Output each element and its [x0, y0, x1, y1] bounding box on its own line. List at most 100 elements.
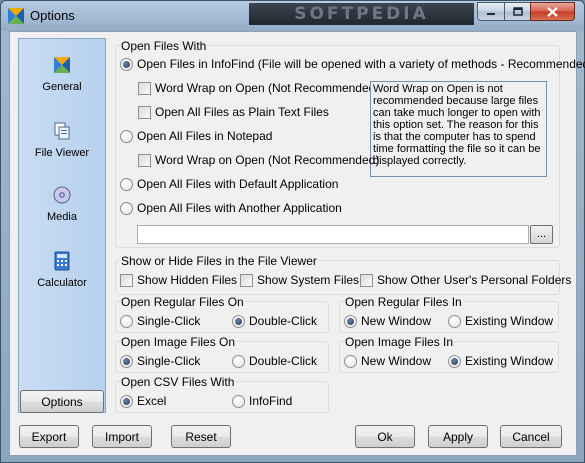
image-single-click-radio[interactable]: Single-Click [120, 354, 200, 368]
radio-dot [120, 314, 133, 328]
nav-item-label: Calculator [37, 277, 87, 289]
radio-label: Existing Window [465, 354, 554, 368]
regular-single-click-radio[interactable]: Single-Click [120, 314, 200, 328]
close-icon [547, 6, 558, 17]
radio-dot [448, 314, 461, 328]
checkbox-label: Word Wrap on Open (Not Recommended) [155, 81, 380, 95]
nav-item-label: General [42, 81, 82, 93]
regular-in-label: Open Regular Files In [344, 295, 463, 309]
nav-item-media[interactable]: Media [19, 185, 105, 223]
nav-item-label: File Viewer [34, 147, 90, 159]
show-hide-label: Show or Hide Files in the File Viewer [120, 254, 318, 268]
minimize-icon [487, 12, 495, 15]
regular-existing-window-radio[interactable]: Existing Window [448, 314, 553, 328]
nav-item-general[interactable]: General [19, 55, 105, 93]
image-double-click-radio[interactable]: Double-Click [232, 354, 317, 368]
open-another-app-radio[interactable]: Open All Files with Another Application [120, 201, 342, 215]
checkbox-box [138, 81, 151, 95]
radio-label: Open All Files in Notepad [137, 129, 273, 143]
regular-new-window-radio[interactable]: New Window [344, 314, 431, 328]
word-wrap-notepad-checkbox[interactable]: Word Wrap on Open (Not Recommended) [138, 153, 379, 167]
caption-buttons [477, 2, 575, 21]
nav-item-label: Media [47, 211, 77, 223]
checkbox-label: Open All Files as Plain Text Files [155, 105, 329, 119]
application-path-input[interactable] [137, 225, 529, 244]
checkbox-label: Show Other User's Personal Folders [377, 273, 572, 287]
regular-double-click-radio[interactable]: Double-Click [232, 314, 317, 328]
apply-button[interactable]: Apply [428, 425, 488, 448]
nav-item-file-viewer[interactable]: File Viewer [19, 121, 105, 159]
radio-label: Open All Files with Another Application [137, 201, 342, 215]
show-system-checkbox[interactable]: Show System Files [240, 273, 359, 287]
reset-button[interactable]: Reset [171, 425, 231, 448]
minimize-button[interactable] [477, 2, 504, 21]
window-title: Options [30, 8, 75, 23]
word-wrap-infofind-checkbox[interactable]: Word Wrap on Open (Not Recommended) [138, 81, 379, 95]
checkbox-box [138, 153, 151, 167]
radio-label: New Window [361, 314, 432, 328]
radio-label: Double-Click [249, 354, 318, 368]
radio-label: Single-Click [137, 314, 201, 328]
csv-excel-radio[interactable]: Excel [120, 394, 166, 408]
checkbox-box [120, 273, 133, 287]
radio-dot [120, 177, 133, 191]
calculator-icon [54, 251, 70, 271]
app-icon [8, 8, 24, 24]
general-icon [54, 57, 70, 73]
radio-dot [120, 201, 133, 215]
radio-dot [120, 57, 133, 71]
radio-label: Excel [137, 394, 167, 408]
close-button[interactable] [530, 2, 575, 21]
image-in-label: Open Image Files In [344, 335, 455, 349]
options-nav-panel: General File Viewer Media Calculator [18, 38, 106, 413]
image-new-window-radio[interactable]: New Window [344, 354, 431, 368]
cancel-button[interactable]: Cancel [500, 425, 562, 448]
radio-dot [344, 354, 357, 368]
checkbox-label: Show Hidden Files [137, 273, 238, 287]
open-notepad-radio[interactable]: Open All Files in Notepad [120, 129, 272, 143]
radio-dot [448, 354, 461, 368]
media-icon [53, 186, 71, 204]
radio-dot [344, 314, 357, 328]
nav-options-button[interactable]: Options [20, 390, 104, 413]
radio-label: Single-Click [137, 354, 201, 368]
radio-dot [120, 394, 133, 408]
regular-on-label: Open Regular Files On [120, 295, 245, 309]
radio-label: InfoFind [249, 394, 293, 408]
radio-label: Existing Window [465, 314, 554, 328]
radio-dot [232, 394, 245, 408]
ok-button[interactable]: Ok [355, 425, 415, 448]
plain-text-checkbox[interactable]: Open All Files as Plain Text Files [138, 105, 329, 119]
radio-label: Open Files in InfoFind (File will be ope… [137, 57, 585, 71]
options-client-area: General File Viewer Media Calculator Opt… [9, 31, 585, 456]
checkbox-label: Show System Files [257, 273, 360, 287]
show-hidden-checkbox[interactable]: Show Hidden Files [120, 273, 237, 287]
word-wrap-info-text: Word Wrap on Open is not recommended bec… [370, 81, 547, 177]
browse-button[interactable]: ... [530, 225, 553, 244]
maximize-button[interactable] [504, 2, 530, 21]
radio-dot [120, 354, 133, 368]
softpedia-watermark: SOFTPEDIA [249, 3, 474, 25]
csv-infofind-radio[interactable]: InfoFind [232, 394, 292, 408]
checkbox-box [138, 105, 151, 119]
show-other-users-checkbox[interactable]: Show Other User's Personal Folders [360, 273, 571, 287]
radio-dot [232, 314, 245, 328]
open-files-with-label: Open Files With [120, 39, 208, 53]
image-on-label: Open Image Files On [120, 335, 237, 349]
checkbox-label: Word Wrap on Open (Not Recommended) [155, 153, 380, 167]
open-default-app-radio[interactable]: Open All Files with Default Application [120, 177, 338, 191]
radio-dot [120, 129, 133, 143]
export-button[interactable]: Export [19, 425, 79, 448]
nav-item-calculator[interactable]: Calculator [19, 251, 105, 289]
radio-label: Double-Click [249, 314, 318, 328]
csv-label: Open CSV Files With [120, 375, 236, 389]
options-window: Options SOFTPEDIA General File Viewer Me… [0, 0, 585, 463]
radio-label: New Window [361, 354, 432, 368]
checkbox-box [240, 273, 253, 287]
file-viewer-icon [54, 122, 70, 140]
image-existing-window-radio[interactable]: Existing Window [448, 354, 553, 368]
open-infofind-radio[interactable]: Open Files in InfoFind (File will be ope… [120, 57, 585, 71]
maximize-icon [512, 7, 523, 16]
import-button[interactable]: Import [92, 425, 152, 448]
title-bar[interactable]: Options SOFTPEDIA [1, 1, 584, 31]
